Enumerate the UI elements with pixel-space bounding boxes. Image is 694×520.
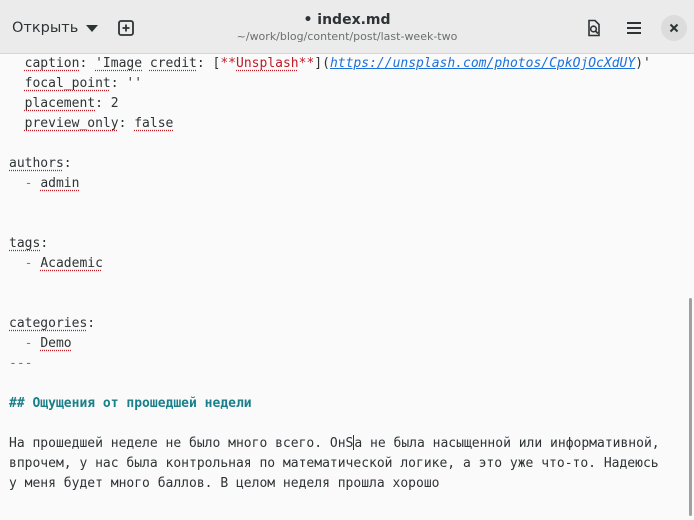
line-placement: placement: 2 [24,96,119,111]
line-preview-only: preview_only: false [24,116,174,131]
open-button-label: Открыть [12,20,79,36]
paragraph-line-1: На прошедшей неделе не было много всего.… [9,435,660,451]
close-icon [669,23,679,33]
line-tags: tags: [9,236,49,251]
line-authors: authors: [9,156,72,171]
main-menu-button[interactable] [619,13,649,43]
close-window-button[interactable] [661,15,687,41]
document-path: ~/work/blog/content/post/last-week-two [236,30,458,43]
line-front-matter-end: --- [9,356,33,371]
text-editor[interactable]: caption: 'Image credit: [**Unsplash**](h… [0,54,694,520]
line-authors-item: - admin [24,176,80,191]
line-categories-item: - Demo [24,336,72,351]
document-title: • index.md [303,12,391,28]
window-title-area: • index.md ~/work/blog/content/post/last… [200,11,494,45]
new-tab-button[interactable] [111,13,141,43]
chevron-down-icon [86,24,99,32]
document-search-icon [588,19,600,37]
header-bar: Открыть • index.md ~/work/blog/content/p… [0,0,694,54]
line-focal-point: focal_point: '' [24,76,143,91]
hamburger-menu-icon [627,22,641,34]
paragraph-line-3: у меня будет много баллов. В целом недел… [9,476,440,491]
new-tab-icon [118,20,134,36]
search-document-button[interactable] [579,13,609,43]
image-credit-link[interactable]: https://unsplash.com/photos/CpkOjOcXdUY [330,56,635,71]
paragraph-line-2: впрочем, у нас была контрольная по матем… [9,456,659,471]
vertical-scrollbar[interactable] [689,298,692,516]
markdown-heading: ## Ощущения от прошедшей недели [9,396,252,411]
line-caption: caption: 'Image credit: [**Unsplash**](h… [24,56,651,71]
line-tags-item: - Academic [24,256,103,271]
line-categories: categories: [9,316,96,331]
open-button[interactable]: Открыть [6,13,104,43]
